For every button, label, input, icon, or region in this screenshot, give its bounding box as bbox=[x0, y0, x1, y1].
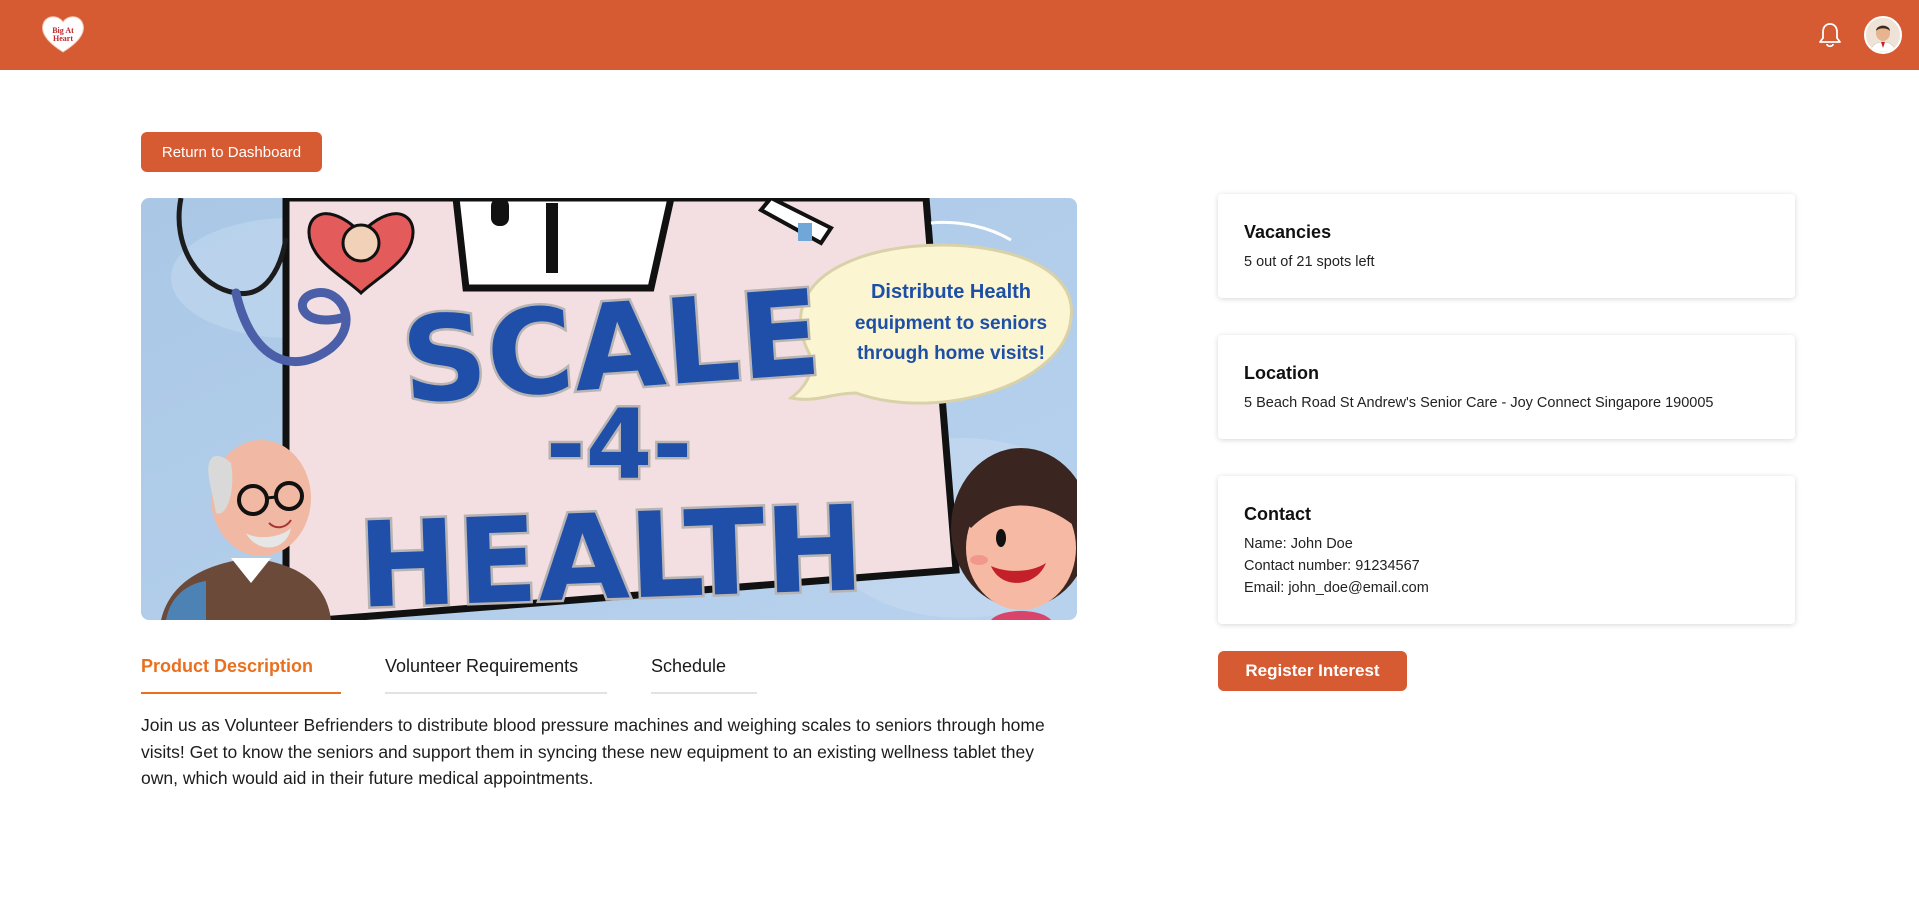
tab-label: Volunteer Requirements bbox=[385, 656, 579, 676]
return-to-dashboard-button[interactable]: Return to Dashboard bbox=[141, 132, 322, 172]
contact-number: Contact number: 91234567 bbox=[1244, 558, 1420, 574]
tab-schedule[interactable]: Schedule bbox=[651, 656, 757, 694]
contact-title: Contact bbox=[1244, 504, 1311, 524]
user-avatar[interactable] bbox=[1864, 16, 1902, 54]
contact-card: Contact Name: John Doe Contact number: 9… bbox=[1218, 476, 1795, 624]
tab-label: Schedule bbox=[651, 656, 727, 676]
contact-name: Name: John Doe bbox=[1244, 536, 1353, 552]
location-title: Location bbox=[1244, 363, 1319, 383]
bubble-line-1: Distribute Health bbox=[871, 281, 1031, 303]
contact-email[interactable]: Email: john_doe@email.com bbox=[1244, 577, 1769, 599]
big-at-heart-logo[interactable]: Big At Heart bbox=[40, 14, 86, 54]
bubble-line-2: equipment to seniors bbox=[855, 313, 1047, 334]
vacancies-text: 5 out of 21 spots left bbox=[1244, 254, 1375, 270]
description-tabs: Product Description Volunteer Requiremen… bbox=[141, 656, 1077, 694]
vacancies-title: Vacancies bbox=[1244, 222, 1332, 242]
hero-title-line-2: -4- bbox=[546, 389, 692, 501]
location-text: 5 Beach Road St Andrew's Senior Care - J… bbox=[1244, 395, 1714, 411]
event-banner-image: Distribute Health equipment to seniors t… bbox=[141, 198, 1077, 620]
tab-underline bbox=[651, 692, 757, 694]
vacancies-card: Vacancies 5 out of 21 spots left bbox=[1218, 194, 1795, 298]
bell-icon[interactable] bbox=[1817, 21, 1843, 49]
svg-text:Heart: Heart bbox=[53, 34, 73, 43]
tab-underline bbox=[141, 692, 341, 694]
tab-volunteer-requirements[interactable]: Volunteer Requirements bbox=[385, 656, 607, 694]
tab-underline bbox=[385, 692, 607, 694]
tab-product-description[interactable]: Product Description bbox=[141, 656, 341, 694]
location-card: Location 5 Beach Road St Andrew's Senior… bbox=[1218, 335, 1795, 439]
top-navbar: Big At Heart bbox=[0, 0, 1919, 70]
hero-title-line-3: HEALTH bbox=[356, 479, 866, 620]
bubble-line-3: through home visits! bbox=[857, 343, 1045, 364]
register-interest-button[interactable]: Register Interest bbox=[1218, 651, 1407, 691]
product-description-text: Join us as Volunteer Befrienders to dist… bbox=[141, 715, 1045, 788]
tab-label: Product Description bbox=[141, 656, 314, 676]
